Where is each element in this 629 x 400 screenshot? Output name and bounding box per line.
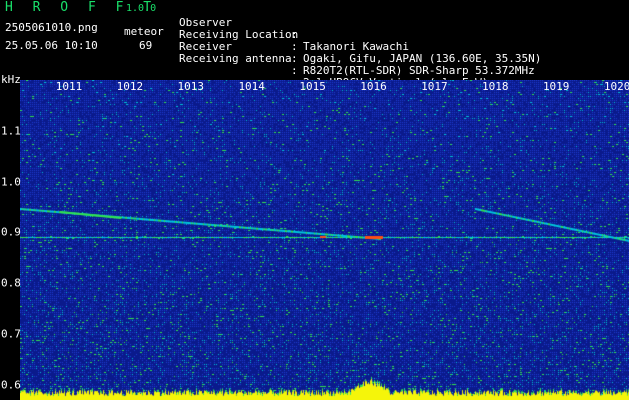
- x-tick-label: 1016: [360, 80, 387, 93]
- x-tick-label: 1013: [177, 80, 205, 93]
- x-tick-label: 1017: [421, 80, 448, 93]
- x-tick-label: 1015: [299, 80, 326, 93]
- spectrogram-plot: [20, 80, 629, 400]
- y-axis-unit-label: kHz: [1, 73, 21, 86]
- meteor-label: meteor: [124, 25, 164, 38]
- y-tick-label: 0.9: [1, 225, 21, 239]
- meteor-count: 69: [139, 39, 153, 52]
- y-tick-label: 1.0: [1, 175, 21, 189]
- x-tick-label: 1011: [55, 80, 83, 93]
- y-tick-label: 1.1: [1, 124, 21, 138]
- y-tick-label: 0.7: [1, 327, 21, 341]
- y-tick-label: 0.6: [1, 378, 21, 392]
- info-key: Receiving antenna: [179, 52, 292, 65]
- info-separator: :: [291, 64, 298, 77]
- x-tick-label: 1014: [238, 80, 265, 93]
- x-tick-label: 1018: [482, 80, 509, 93]
- x-tick-label: 1020: [603, 80, 629, 93]
- y-tick-label: 0.8: [1, 276, 21, 290]
- file-name: 2505061010.png: [5, 21, 98, 34]
- x-tick-label: 1019: [542, 80, 570, 93]
- app-version: 1.0.0: [126, 3, 157, 14]
- timestamp: 25.05.06 10:10: [5, 39, 98, 52]
- x-tick-label: 1012: [116, 80, 144, 93]
